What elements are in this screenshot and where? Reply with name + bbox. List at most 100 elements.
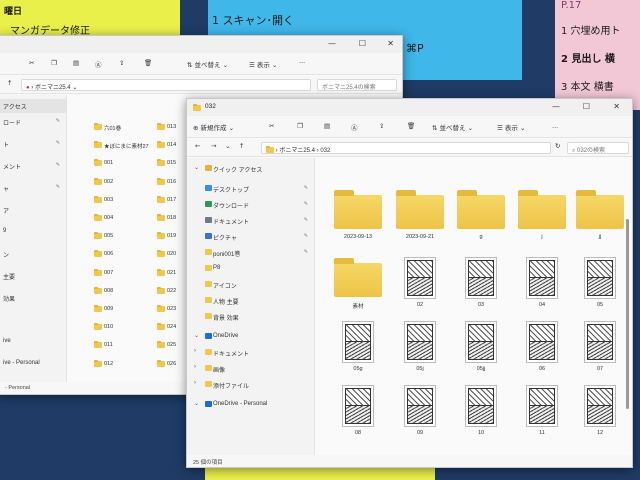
forward-arrow-icon[interactable]: →: [211, 142, 216, 150]
breadcrumb-item[interactable]: ボニマニ25.4: [279, 148, 315, 153]
folder-item-label: 001: [104, 160, 114, 167]
minimize-icon[interactable]: —: [328, 39, 336, 48]
sort-button[interactable]: ⇅ 並べ替え ⌄: [432, 122, 473, 132]
refresh-icon[interactable]: ↻: [555, 142, 560, 150]
title-bar[interactable]: — ☐ ✕: [0, 36, 402, 53]
recent-chevron-icon[interactable]: ⌄: [225, 142, 230, 150]
nav-item[interactable]: メント ✎: [0, 159, 66, 173]
close-icon[interactable]: ✕: [387, 39, 394, 48]
maximize-icon[interactable]: ☐: [583, 102, 590, 111]
nav-item[interactable]: ト ✎: [0, 137, 66, 151]
sort-button[interactable]: ⇅ 並べ替え ⌄: [187, 59, 228, 69]
title-bar[interactable]: 032 — ☐ ✕: [187, 99, 632, 116]
nav-item[interactable]: ダウンロード ✎: [187, 198, 314, 212]
folder-tile[interactable]: g: [455, 189, 507, 253]
nav-item[interactable]: アイコン: [187, 278, 314, 292]
nav-item[interactable]: ive: [0, 335, 66, 349]
delete-icon[interactable]: 🗑: [144, 59, 152, 67]
nav-item[interactable]: ロード ✎: [0, 115, 66, 129]
breadcrumb-item[interactable]: ボニマニ25.4: [35, 85, 71, 90]
image-tile[interactable]: ɕ 05j: [394, 321, 446, 385]
nav-item[interactable]: ドキュメント ✎: [187, 214, 314, 228]
image-tile[interactable]: ɕ 02: [394, 257, 446, 321]
breadcrumb-item[interactable]: 032: [320, 148, 330, 153]
folder-icon: [94, 123, 102, 130]
more-icon[interactable]: ···: [299, 59, 305, 67]
image-tile[interactable]: ɕ 12: [574, 385, 626, 449]
nav-item[interactable]: 主要: [0, 269, 66, 283]
rename-icon[interactable]: Ⓐ: [95, 59, 102, 69]
nav-item[interactable]: ン: [0, 247, 66, 261]
rename-icon[interactable]: Ⓐ: [351, 122, 358, 132]
image-tile[interactable]: ɕ 06: [516, 321, 568, 385]
search-input[interactable]: ⌕ 032の検索: [567, 142, 629, 154]
explorer-window-front[interactable]: 032 — ☐ ✕ ⊕ 新規作成 ⌄ ✂ ❐ ▤ Ⓐ ⇪ 🗑 ⇅ 並べ替え ⌄ …: [186, 98, 633, 468]
chevron-icon[interactable]: ⌄: [194, 164, 199, 171]
nav-item[interactable]: 人物 主要: [187, 294, 314, 308]
nav-item[interactable]: ive - Personal: [0, 357, 66, 371]
folder-tile[interactable]: 2023-09-21: [394, 189, 446, 253]
image-tile[interactable]: ɕ 07: [574, 321, 626, 385]
image-tile[interactable]: ɕ 05: [574, 257, 626, 321]
breadcrumb[interactable]: › ボニマニ25.4 › 032: [261, 142, 551, 154]
nav-item[interactable]: P8: [187, 262, 314, 276]
nav-item[interactable]: 9: [0, 225, 66, 239]
image-tile[interactable]: ɕ 05jj: [455, 321, 507, 385]
nav-item[interactable]: › 画像: [187, 362, 314, 376]
back-arrow-icon[interactable]: ←: [195, 142, 200, 150]
folder-tile[interactable]: j: [516, 189, 568, 253]
image-tile[interactable]: ɕ 08: [332, 385, 384, 449]
folder-tile[interactable]: jj: [574, 189, 626, 253]
nav-item[interactable]: ア: [0, 203, 66, 217]
folder-tile[interactable]: 素材: [332, 257, 384, 321]
cut-icon[interactable]: ✂: [29, 59, 34, 67]
tile-label: 05jj: [476, 366, 486, 372]
share-icon[interactable]: ⇪: [119, 59, 124, 67]
nav-item[interactable]: poni001巻 ✎: [187, 246, 314, 260]
nav-item[interactable]: 効果: [0, 291, 66, 305]
chevron-icon[interactable]: ⌄: [194, 400, 199, 407]
close-icon[interactable]: ✕: [613, 102, 620, 111]
cut-icon[interactable]: ✂: [269, 122, 274, 130]
delete-icon[interactable]: 🗑: [407, 122, 415, 130]
up-arrow-icon[interactable]: ↑: [7, 79, 12, 87]
chevron-icon[interactable]: ⌄: [194, 332, 199, 339]
image-tile[interactable]: ɕ 09: [394, 385, 446, 449]
nav-item[interactable]: アクセス: [0, 99, 66, 113]
image-tile[interactable]: ɕ 11: [516, 385, 568, 449]
share-icon[interactable]: ⇪: [379, 122, 384, 130]
image-tile[interactable]: ɕ 05g: [332, 321, 384, 385]
image-tile[interactable]: ɕ 03: [455, 257, 507, 321]
folder-item-label: 011: [104, 342, 113, 349]
chevron-icon[interactable]: ›: [194, 348, 196, 354]
paste-icon[interactable]: ▤: [73, 59, 79, 67]
nav-item[interactable]: › ドキュメント: [187, 346, 314, 360]
tile-label: 05: [596, 302, 604, 308]
breadcrumb[interactable]: ● › ボニマニ25.4 ⌄: [21, 79, 311, 91]
nav-item[interactable]: ⌄ OneDrive - Personal: [187, 398, 314, 412]
more-button[interactable]: ...: [552, 122, 558, 130]
view-button[interactable]: ☰ 表示 ⌄: [249, 59, 277, 69]
search-input[interactable]: ボニマニ25.4の検索: [317, 79, 397, 91]
minimize-icon[interactable]: —: [552, 102, 560, 111]
nav-item[interactable]: デスクトップ ✎: [187, 182, 314, 196]
copy-icon[interactable]: ❐: [51, 59, 57, 67]
view-button[interactable]: ☰ 表示 ⌄: [497, 122, 525, 132]
chevron-icon[interactable]: ›: [194, 364, 196, 370]
scrollbar[interactable]: [626, 219, 629, 409]
nav-item[interactable]: 背景 効果: [187, 310, 314, 324]
paste-icon[interactable]: ▤: [324, 122, 330, 130]
folder-tile[interactable]: 2023-09-13: [332, 189, 384, 253]
image-tile[interactable]: ɕ 04: [516, 257, 568, 321]
nav-item[interactable]: ⌄ OneDrive: [187, 330, 314, 344]
nav-item[interactable]: ⌄ クイック アクセス: [187, 162, 314, 176]
copy-icon[interactable]: ❐: [297, 122, 303, 130]
image-tile[interactable]: ɕ 10: [455, 385, 507, 449]
chevron-icon[interactable]: ›: [194, 380, 196, 386]
nav-item[interactable]: › 添付ファイル: [187, 378, 314, 392]
up-arrow-icon[interactable]: ↑: [239, 142, 244, 150]
nav-item[interactable]: ピクチャ ✎: [187, 230, 314, 244]
new-button[interactable]: ⊕ 新規作成 ⌄: [193, 122, 234, 132]
nav-item[interactable]: ャ ✎: [0, 181, 66, 195]
maximize-icon[interactable]: ☐: [359, 39, 366, 48]
